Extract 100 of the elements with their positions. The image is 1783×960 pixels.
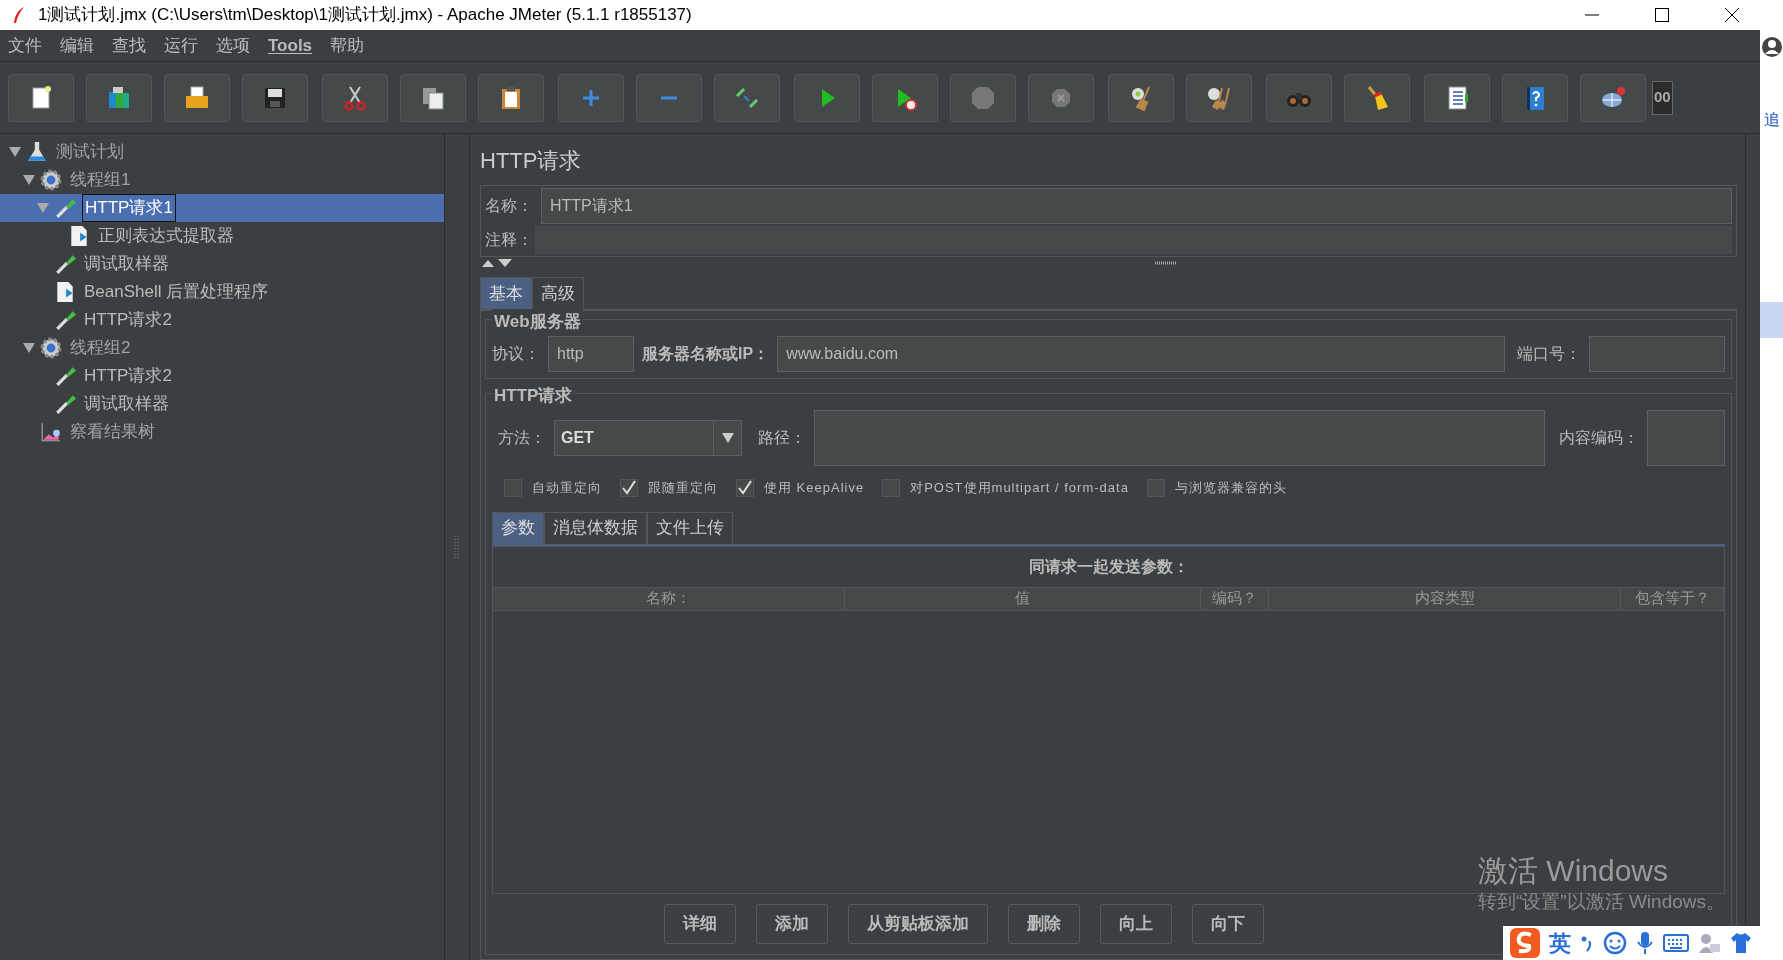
ime-mode[interactable]: 英 [1549,926,1571,960]
smiley-icon[interactable] [1603,931,1627,955]
checkbox[interactable] [504,478,522,497]
activation-hint: 转到“设置”以激活 Windows。 [1478,889,1725,914]
microphone-icon[interactable] [1635,930,1655,956]
expand-arrow-icon[interactable] [22,173,36,187]
close-icon[interactable] [1724,7,1740,23]
checkbox-label: 对POST使用multipart / form-data [910,479,1129,497]
keyboard-icon[interactable] [1663,933,1689,953]
action-button[interactable]: 向下 [1191,904,1264,944]
splitter-grip-icon[interactable] [1155,260,1177,266]
method-dropdown[interactable]: GET [554,420,742,456]
menu-item[interactable]: 运行 [164,32,198,59]
encoding-field[interactable] [1647,410,1725,466]
column-header[interactable]: 内容类型 [1269,587,1621,610]
dropdown-arrow-icon [721,433,734,443]
column-header[interactable]: 名称： [493,587,845,610]
checkbox[interactable] [1146,478,1165,497]
tree-row[interactable]: 调试取样器 [0,250,444,278]
tree-item-label: 调试取样器 [83,253,170,276]
tree-row[interactable]: HTTP请求2 [0,362,444,390]
pipette-icon [54,197,76,219]
tree-row[interactable]: 线程组1 [0,166,444,194]
side-text: 追 [1763,110,1780,130]
column-header[interactable]: 包含等于？ [1621,587,1724,610]
field-label: 方法： [498,428,546,448]
tab[interactable]: 参数 [492,511,544,544]
counter-display: 00 [1652,80,1673,115]
menu-item[interactable]: 编辑 [60,32,94,59]
toolbar-button[interactable] [1108,73,1174,122]
protocol-field[interactable]: http [548,336,634,372]
gear-icon [40,337,62,359]
tab[interactable]: 文件上传 [647,511,733,544]
tree-row[interactable]: 线程组2 [0,334,444,362]
action-button[interactable]: 添加 [755,904,828,944]
minus-icon [660,95,678,100]
pipette-icon [54,365,76,387]
checkbox-label: 自动重定向 [532,479,602,497]
checkmark-icon [737,479,753,496]
expand-arrow-icon[interactable] [8,145,22,159]
document-arrow-icon [54,281,76,303]
menu-item[interactable]: 查找 [112,32,146,59]
checkbox-label: 使用 KeepAlive [764,479,865,497]
action-button[interactable]: 详细 [663,904,736,944]
tree-row[interactable]: 测试计划 [0,138,444,166]
tree-item-label: HTTP请求2 [83,365,173,388]
shirt-icon[interactable] [1729,931,1753,955]
splitter-handle-icon[interactable] [454,536,460,558]
field-label: 路径： [758,428,806,448]
field-label: 名称： [485,196,533,216]
tab[interactable]: 高级 [532,277,584,309]
column-header[interactable]: 编码？ [1201,587,1269,610]
server-field[interactable]: www.baidu.com [777,336,1505,372]
side-highlight [1760,302,1783,338]
toolbar-button[interactable] [8,73,74,122]
tree-row[interactable]: 调试取样器 [0,390,444,418]
tab[interactable]: 消息体数据 [544,511,647,544]
action-button[interactable]: 删除 [1007,904,1080,944]
chart-icon [40,421,62,443]
checkbox[interactable] [620,478,638,497]
checkmark-icon [621,479,637,496]
menu-item[interactable]: 文件 [8,32,42,59]
activation-title: 激活 Windows [1478,853,1670,889]
tree-item-label: BeanShell 后置处理程序 [83,281,270,304]
checkbox[interactable] [736,478,754,497]
toolbar-button[interactable] [164,73,230,122]
checkbox-label: 与浏览器兼容的头 [1174,479,1287,497]
checkbox[interactable] [882,478,901,497]
menu-item[interactable]: 选项 [216,32,250,59]
field-label: 服务器名称或IP： [642,344,770,364]
pipette-icon [54,393,76,415]
tree-item-label: 测试计划 [55,141,125,164]
port-field[interactable] [1589,336,1725,372]
column-header[interactable]: 值 [845,587,1201,610]
toolbar-button[interactable] [1424,73,1490,122]
toolbar-button[interactable] [242,73,308,122]
action-button[interactable]: 向上 [1099,904,1172,944]
name-field[interactable]: HTTP请求1 [541,188,1732,224]
tree-row[interactable]: HTTP请求1 [0,194,444,222]
field-label: 内容编码： [1559,428,1639,448]
toolbar-button[interactable] [400,73,466,122]
tree-row[interactable]: 察看结果树 [0,418,444,446]
tab[interactable]: 基本 [480,277,532,309]
panel-title: HTTP请求 [480,147,583,175]
document-arrow-icon [68,225,90,247]
menu-item[interactable]: Tools [268,32,313,59]
tree-item-label: 调试取样器 [83,393,170,416]
tree-row[interactable]: 正则表达式提取器 [0,222,444,250]
toolbar-button[interactable] [478,73,544,122]
maximize-icon[interactable] [1654,7,1670,23]
menu-item[interactable]: 帮助 [330,32,365,59]
path-field[interactable] [814,410,1545,466]
toolbar-button[interactable] [1344,73,1410,122]
toolbar-button[interactable] [1186,73,1252,122]
collapse-arrows-icon[interactable] [480,258,514,268]
expand-arrow-icon[interactable] [22,341,36,355]
field-label: 注释： [485,230,533,250]
action-button[interactable]: 从剪贴板添加 [847,904,988,944]
tree-row[interactable]: BeanShell 后置处理程序 [0,278,444,306]
tree-row[interactable]: HTTP请求2 [0,306,444,334]
